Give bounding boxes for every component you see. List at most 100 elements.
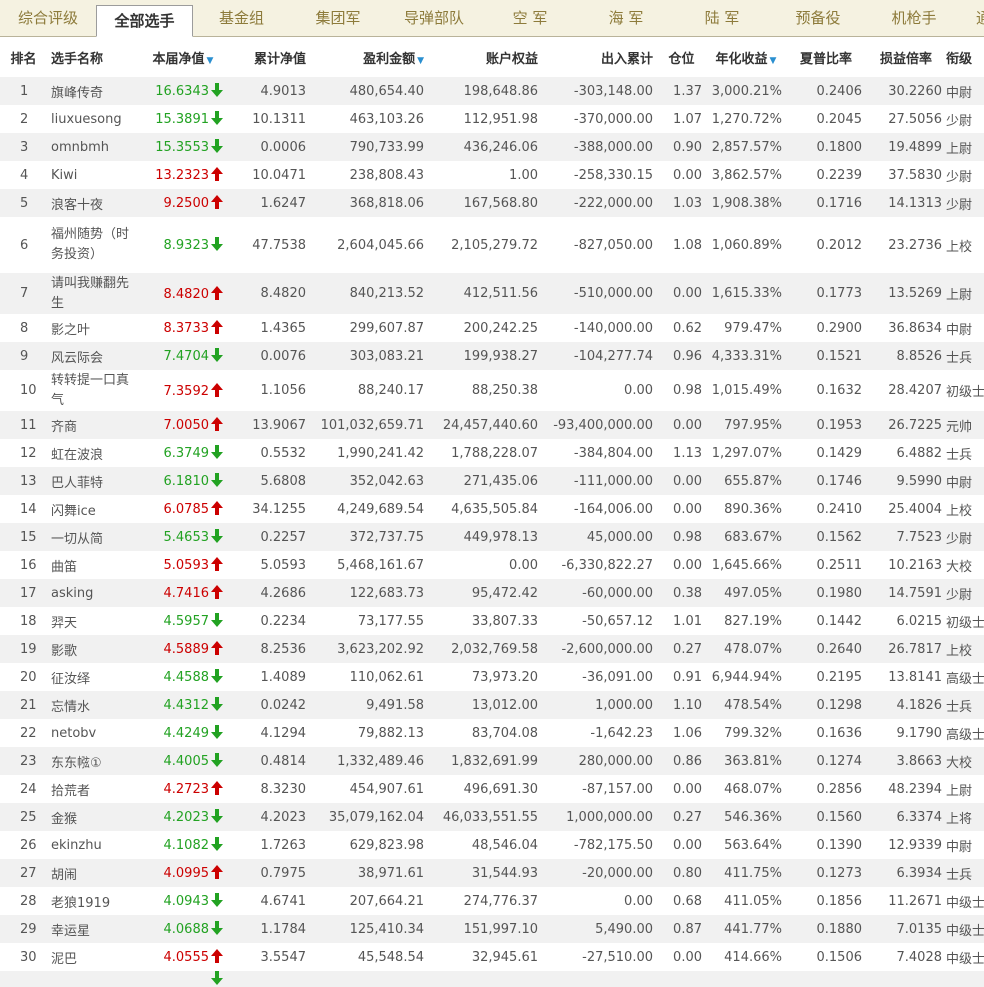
table-row[interactable]: 12 虹在波浪 6.3749 0.5532 1,990,241.42 1,788,228.… [0,439,984,467]
col-annual-header[interactable]: 年化收益 ▼ [706,37,786,77]
table-row[interactable]: 20 征汝绎 4.4588 1.4089 110,062.61 73,973.20 -36,… [0,663,984,691]
table-row[interactable]: 24 拾荒者 4.2723 8.3230 454,907.61 496,691.30 -87… [0,775,984,803]
annual-return-cell: 363.81% [706,747,786,775]
table-row[interactable]: 27 胡闹 4.0995 0.7975 38,971.61 31,544.93 -20,00… [0,859,984,887]
player-name[interactable]: 拾荒者 [47,775,139,803]
player-name[interactable]: 忘情水 [47,691,139,719]
rank-cell: 17 [0,579,47,607]
table-row[interactable]: 25 金猴 4.2023 4.2023 35,079,162.04 46,033,551.… [0,803,984,831]
table-row[interactable]: 15 一切从简 5.4653 0.2257 372,737.75 449,978.13 45… [0,523,984,551]
player-name[interactable]: 胡闹 [47,859,139,887]
profit-cell: 35,079,162.04 [310,803,428,831]
table-row[interactable]: 17 asking 4.7416 4.2686 122,683.73 95,472.42-… [0,579,984,607]
tab-air-force[interactable]: 空 军 [482,0,578,36]
tab-missile-force[interactable]: 导弹部队 [386,0,482,36]
player-name[interactable]: netobv [47,719,139,747]
col-rank-header[interactable]: 排名 [0,37,47,77]
col-sharpe-header[interactable]: 夏普比率 [786,37,866,77]
table-row[interactable]: 28 老狼1919 4.0943 4.6741 207,664.21 274,776.37… [0,887,984,915]
flow-cell: 1,000,000.00 [542,803,657,831]
player-name[interactable]: 征汝绎 [47,663,139,691]
equity-cell: 1,832,691.99 [428,747,542,775]
table-row[interactable]: 16 曲笛 5.0593 5.0593 5,468,161.67 0.00 -6,330,8… [0,551,984,579]
col-cum-nav-header[interactable]: 累计净值 [227,37,310,77]
table-row[interactable]: 8 影之叶 8.3733 1.4365 299,607.87 200,242.25 -140… [0,314,984,342]
player-name[interactable]: 浪客十夜 [47,189,139,217]
table-row[interactable]: 13 巴人菲特 6.1810 5.6808 352,042.63 271,435.06 -1… [0,467,984,495]
player-name[interactable]: 金猴 [47,803,139,831]
table-row[interactable]: 10 转转提一口真气 7.3592 1.1056 88,240.17 88,250.38 0… [0,370,984,411]
player-name[interactable]: ekinzhu [47,831,139,859]
table-row[interactable]: 26 ekinzhu 4.1082 1.7263 629,823.98 48,546.04… [0,831,984,859]
player-name[interactable]: 影歌 [47,635,139,663]
col-pl-ratio-header[interactable]: 损益倍率 [866,37,946,77]
tab-rating[interactable]: 综合评级 [0,0,96,36]
tab-reserve[interactable]: 预备役 [770,0,866,36]
table-row[interactable]: 3 omnbmh 15.3553 0.0006 790,733.99 436,246.06… [0,133,984,161]
col-profit-header[interactable]: 盈利金额 ▼ [310,37,428,77]
position-cell: 0.00 [657,831,706,859]
player-name[interactable]: 羿天 [47,607,139,635]
table-row[interactable]: 1 旗峰传奇 16.6343 4.9013 480,654.40 198,648.86 -3… [0,77,984,105]
tab-machine-gunner[interactable]: 机枪手 [866,0,962,36]
table-row[interactable]: 29 幸运星 4.0688 1.1784 125,410.34 151,997.10 5,4… [0,915,984,943]
player-name[interactable]: 闪舞ice [47,495,139,523]
player-name[interactable]: 齐商 [47,411,139,439]
table-row[interactable]: 4 Kiwi 13.2323 10.0471 238,808.43 1.00 -258,33… [0,161,984,189]
rank-title-cell: 大校 [946,747,984,775]
table-row[interactable]: 5 浪客十夜 9.2500 1.6247 368,818.06 167,568.80 -22… [0,189,984,217]
col-name-header[interactable]: 选手名称 [47,37,139,77]
col-title-header[interactable]: 衔级 [946,37,984,77]
table-row[interactable] [0,971,984,987]
table-row[interactable]: 11 齐商 7.0050 13.9067 101,032,659.71 24,457,44… [0,411,984,439]
table-row[interactable]: 22 netobv 4.4249 4.1294 79,882.13 83,704.08 -1… [0,719,984,747]
player-name[interactable]: 福州随势（时务投资） [47,217,139,273]
tab-fund-group[interactable]: 基金组 [193,0,290,36]
player-name[interactable]: 请叫我赚翻先生 [47,273,139,314]
table-row[interactable]: 21 忘情水 4.4312 0.0242 9,491.58 13,012.00 1,000.… [0,691,984,719]
equity-cell: 4,635,505.84 [428,495,542,523]
player-name[interactable]: omnbmh [47,133,139,161]
player-name[interactable]: liuxuesong [47,105,139,133]
sharpe-cell: 0.1800 [786,133,866,161]
table-row[interactable]: 2 liuxuesong 15.3891 10.1311 463,103.26 112,9… [0,105,984,133]
table-row[interactable]: 14 闪舞ice 6.0785 34.1255 4,249,689.54 4,635,50… [0,495,984,523]
tab-overflow[interactable]: 通 [962,0,984,36]
player-name[interactable]: Kiwi [47,161,139,189]
col-nav-header[interactable]: 本届净值 ▼ [139,37,227,77]
player-name[interactable]: 东东㡉① [47,747,139,775]
player-name[interactable]: 曲笛 [47,551,139,579]
player-name[interactable]: 转转提一口真气 [47,370,139,411]
cum-nav-cell: 5.0593 [227,551,310,579]
table-row[interactable]: 23 东东㡉① 4.4005 0.4814 1,332,489.46 1,832,691.… [0,747,984,775]
flow-cell: 5,490.00 [542,915,657,943]
col-flow-header[interactable]: 出入累计 [542,37,657,77]
player-name[interactable]: 泥巴 [47,943,139,971]
player-name[interactable]: 巴人菲特 [47,467,139,495]
equity-cell: 13,012.00 [428,691,542,719]
tab-group-army[interactable]: 集团军 [290,0,386,36]
table-row[interactable]: 19 影歌 4.5889 8.2536 3,623,202.92 2,032,769.58… [0,635,984,663]
table-row[interactable]: 18 羿天 4.5957 0.2234 73,177.55 33,807.33 -50,65… [0,607,984,635]
table-row[interactable]: 7 请叫我赚翻先生 8.4820 8.4820 840,213.52 412,511.56… [0,273,984,314]
player-name[interactable] [47,971,139,987]
col-position-header[interactable]: 仓位 [657,37,706,77]
player-name[interactable]: 老狼1919 [47,887,139,915]
annual-return-cell: 890.36% [706,495,786,523]
table-row[interactable]: 30 泥巴 4.0555 3.5547 45,548.54 32,945.61 -27,51… [0,943,984,971]
player-name[interactable]: 旗峰传奇 [47,77,139,105]
player-name[interactable]: 一切从简 [47,523,139,551]
player-name[interactable]: 虹在波浪 [47,439,139,467]
player-name[interactable]: 影之叶 [47,314,139,342]
tab-all-players[interactable]: 全部选手 [96,5,193,37]
profit-cell: 73,177.55 [310,607,428,635]
player-name[interactable]: asking [47,579,139,607]
tab-navy[interactable]: 海 军 [578,0,674,36]
table-row[interactable]: 6 福州随势（时务投资） 8.9323 47.7538 2,604,045.66 2,10… [0,217,984,273]
col-equity-header[interactable]: 账户权益 [428,37,542,77]
header-label: 选手名称 [51,51,104,67]
table-row[interactable]: 9 风云际会 7.4704 0.0076 303,083.21 199,938.27 -10… [0,342,984,370]
player-name[interactable]: 风云际会 [47,342,139,370]
tab-army[interactable]: 陆 军 [674,0,770,36]
player-name[interactable]: 幸运星 [47,915,139,943]
